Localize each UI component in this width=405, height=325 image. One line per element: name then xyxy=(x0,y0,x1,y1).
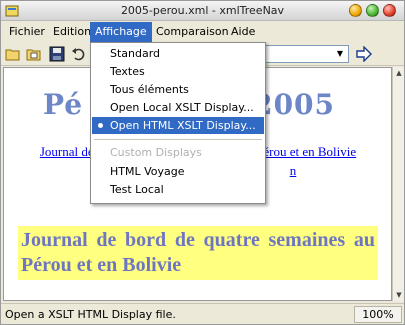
save-icon[interactable] xyxy=(49,46,65,62)
window-title: 2005-perou.xml - xmlTreeNav xyxy=(120,4,285,17)
menu-fichier[interactable]: Fichier xyxy=(4,22,50,42)
menu-aide[interactable]: Aide xyxy=(226,22,260,42)
open-file-icon[interactable] xyxy=(26,46,42,62)
maximize-button[interactable] xyxy=(366,4,379,17)
open-folder-icon[interactable] xyxy=(5,46,21,62)
menu-edition[interactable]: Edition xyxy=(48,22,96,42)
address-combo[interactable]: ▼ xyxy=(263,45,349,63)
menu-item-standard[interactable]: Standard xyxy=(92,45,264,62)
journal-title: Journal de bord de quatre semaines au Pé… xyxy=(18,226,378,280)
link-text-right[interactable]: érou et en Bolivie xyxy=(263,144,356,159)
app-window: 2005-perou.xml - xmlTreeNav Fichier Edit… xyxy=(0,0,405,325)
menu-item-tous-elements[interactable]: Tous éléments xyxy=(92,81,264,98)
minimize-button[interactable] xyxy=(349,4,362,17)
undo-icon[interactable] xyxy=(71,46,87,62)
status-bar: Open a XSLT HTML Display file. 100% xyxy=(1,303,404,324)
menu-item-html-voyage[interactable]: HTML Voyage xyxy=(92,163,264,180)
dropdown-arrow-icon[interactable]: ▼ xyxy=(333,47,347,61)
scroll-down-icon[interactable]: ▼ xyxy=(393,289,405,301)
vertical-scrollbar[interactable]: ▲ ▼ xyxy=(392,67,404,301)
menu-item-custom-displays: Custom Displays xyxy=(110,146,202,159)
radio-checked-icon xyxy=(98,123,103,128)
scroll-up-icon[interactable]: ▲ xyxy=(393,67,405,79)
menu-item-textes[interactable]: Textes xyxy=(92,63,264,80)
menu-item-open-html-xslt[interactable]: Open HTML XSLT Display... xyxy=(92,117,264,134)
zoom-level: 100% xyxy=(354,306,402,323)
go-arrow-icon[interactable] xyxy=(355,46,373,62)
menu-item-test-local[interactable]: Test Local xyxy=(92,181,264,198)
menu-separator xyxy=(94,139,262,140)
heading-text-left: Pé xyxy=(42,88,84,121)
menu-bar: Fichier Edition Affichage Comparaison Ai… xyxy=(1,22,404,42)
menu-comparaison[interactable]: Comparaison xyxy=(151,22,234,42)
menu-affichage[interactable]: Affichage xyxy=(90,22,152,42)
menu-item-open-html-xslt-label: Open HTML XSLT Display... xyxy=(110,119,256,132)
affichage-dropdown-menu: Standard Textes Tous éléments Open Local… xyxy=(90,42,266,204)
link-text-line2[interactable]: n xyxy=(290,163,297,178)
title-bar: 2005-perou.xml - xmlTreeNav xyxy=(1,1,404,21)
close-button[interactable] xyxy=(383,4,396,17)
status-message: Open a XSLT HTML Display file. xyxy=(5,308,176,321)
menu-item-open-local-xslt[interactable]: Open Local XSLT Display... xyxy=(92,99,264,116)
